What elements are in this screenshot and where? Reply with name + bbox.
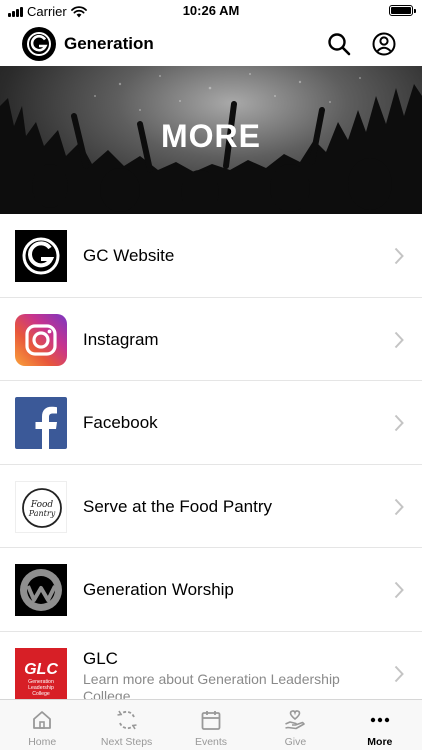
more-menu-list: GC Website Instagram Facebook Food Pantr… [0, 214, 422, 715]
tab-events[interactable]: Events [169, 700, 253, 750]
next-steps-icon [116, 710, 137, 730]
status-bar: Carrier 10:26 AM [0, 0, 422, 22]
menu-item-instagram[interactable]: Instagram [0, 298, 422, 381]
calendar-icon [201, 711, 221, 730]
menu-item-label: Facebook [83, 413, 158, 432]
tab-give[interactable]: Give [253, 700, 337, 750]
tab-label: Events [194, 736, 228, 748]
tab-label: More [367, 736, 393, 748]
tab-label: Next Steps [100, 736, 153, 748]
menu-item-label: Serve at the Food Pantry [83, 496, 272, 516]
chevron-right-icon [394, 581, 404, 599]
battery-icon [389, 5, 416, 16]
menu-item-generation-worship[interactable]: Generation Worship [0, 548, 422, 632]
svg-text:College: College [32, 691, 50, 697]
svg-text:Pantry: Pantry [28, 509, 56, 518]
menu-item-food-pantry[interactable]: Food Pantry Serve at the Food Pantry [0, 465, 422, 548]
tab-label: Home [28, 736, 57, 748]
menu-item-label: Generation Worship [83, 580, 234, 599]
menu-item-label: GLC [83, 648, 118, 668]
search-icon[interactable] [326, 31, 352, 57]
hero-title: MORE [161, 118, 261, 154]
menu-item-gc-website[interactable]: GC Website [0, 214, 422, 298]
more-dots-icon [370, 717, 390, 723]
app-title: Generation [64, 34, 154, 53]
chevron-right-icon [394, 247, 404, 265]
tab-home[interactable]: Home [0, 700, 84, 750]
home-icon [33, 711, 52, 729]
menu-item-label: GC Website [83, 246, 175, 265]
menu-item-label: Instagram [83, 329, 159, 349]
tab-next-steps[interactable]: Next Steps [84, 700, 168, 750]
hero-banner: MORE [0, 66, 422, 214]
instagram-icon [15, 313, 67, 366]
menu-item-facebook[interactable]: Facebook [0, 381, 422, 465]
tab-label: Give [284, 736, 307, 748]
food-pantry-logo-icon: Food Pantry [15, 480, 67, 533]
svg-text:GLC: GLC [24, 661, 58, 678]
app-logo-icon [22, 27, 56, 61]
give-hand-heart-icon [285, 710, 306, 730]
chevron-right-icon [394, 665, 404, 682]
status-time: 10:26 AM [182, 3, 240, 18]
chevron-right-icon [394, 331, 404, 348]
facebook-icon [15, 397, 67, 449]
generation-worship-logo-icon [15, 564, 67, 616]
app-header: Generation [0, 22, 422, 66]
glc-logo-icon: GLC Generation Leadership College [15, 647, 67, 700]
tab-bar: Home Next Steps Events Give More [0, 699, 422, 750]
chevron-right-icon [394, 498, 404, 515]
chevron-right-icon [394, 414, 404, 432]
tab-more[interactable]: More [338, 700, 422, 750]
generation-logo-icon [15, 230, 67, 282]
profile-icon[interactable] [371, 31, 397, 57]
